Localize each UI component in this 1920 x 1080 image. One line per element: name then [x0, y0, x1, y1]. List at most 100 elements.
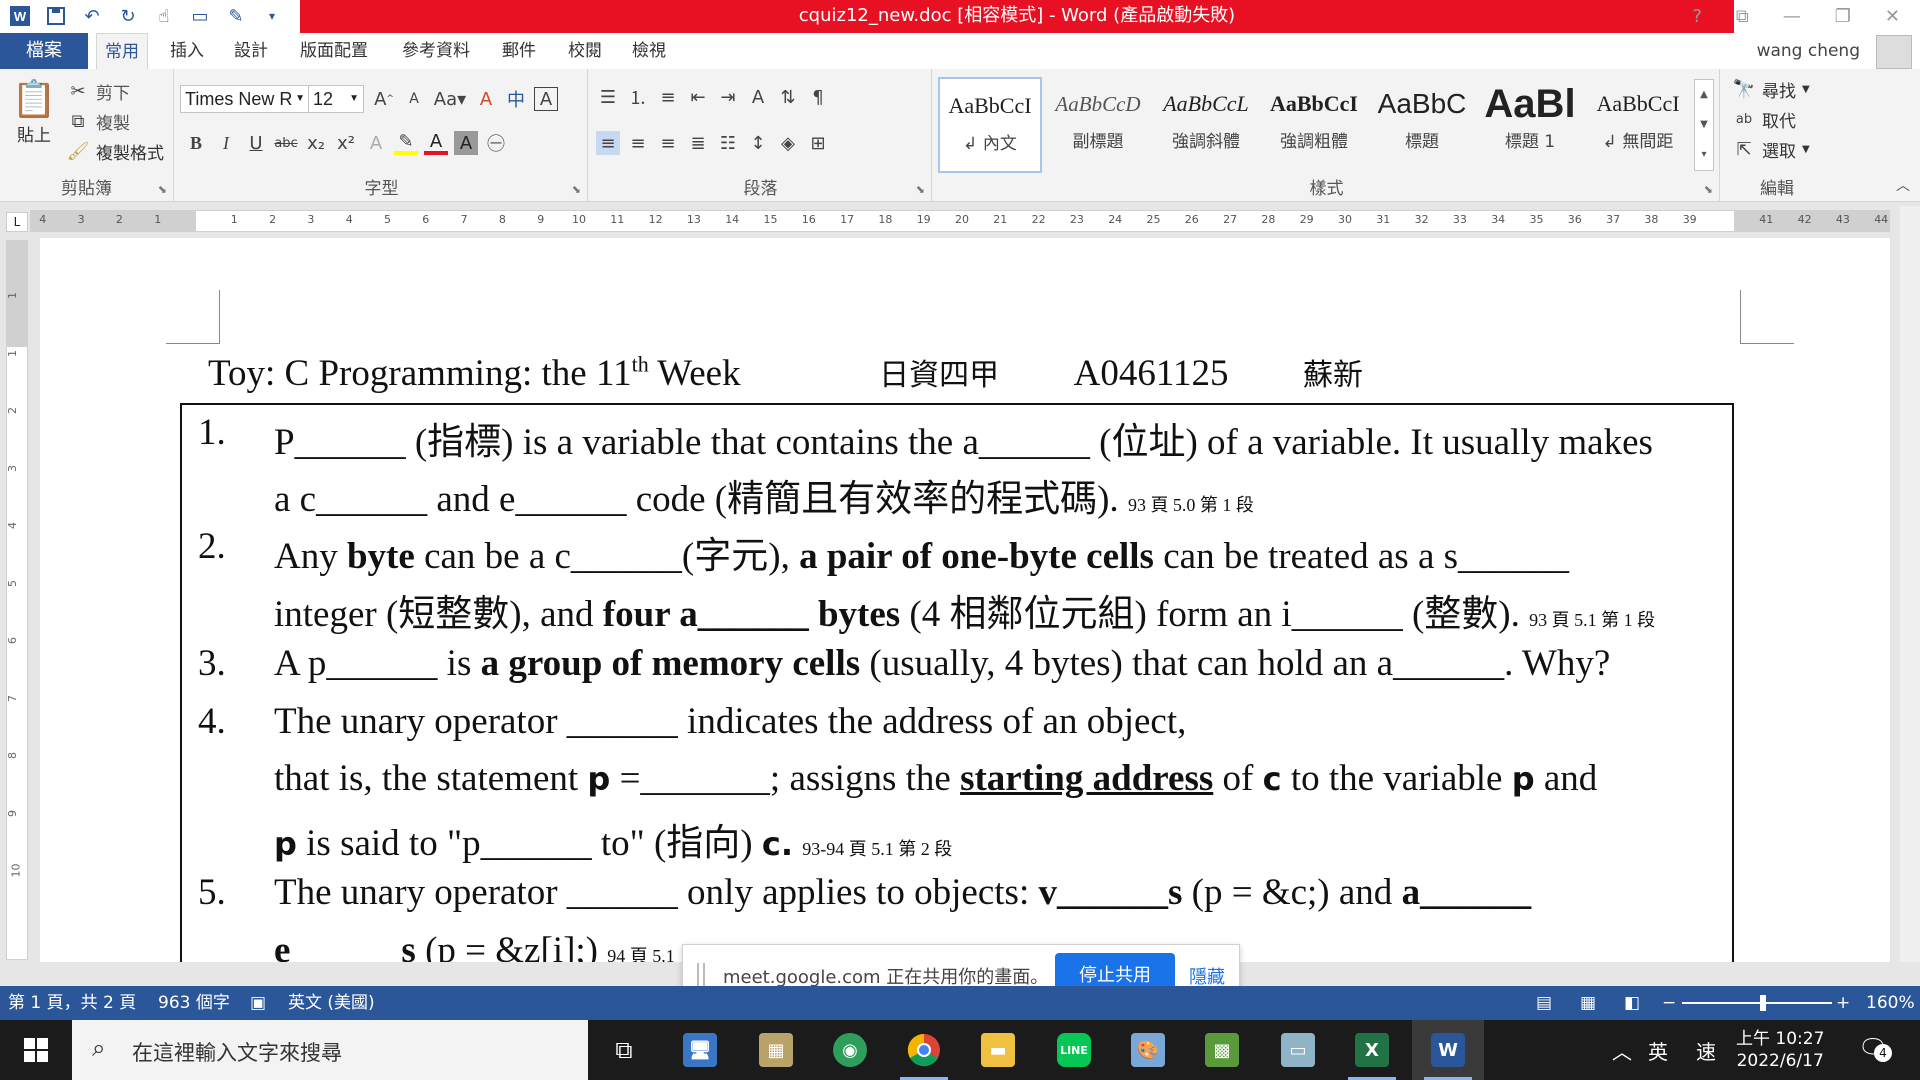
taskbar-paint-icon[interactable]: 🎨: [1112, 1020, 1184, 1080]
highlight-icon[interactable]: ✎: [394, 131, 418, 155]
tray-chevron-up-icon[interactable]: ︿: [1612, 1036, 1632, 1065]
align-right-icon[interactable]: ≡: [656, 131, 680, 155]
char-shading-icon[interactable]: A: [454, 131, 478, 155]
font-color-icon[interactable]: A: [424, 131, 448, 155]
find-button[interactable]: 🔭 尋找 ▼: [1732, 75, 1810, 103]
dialog-launcher-icon[interactable]: ⬊: [916, 183, 925, 196]
taskbar-line-icon[interactable]: LINE: [1038, 1020, 1110, 1080]
phonetic-guide-icon[interactable]: 中: [504, 87, 528, 111]
redo-icon[interactable]: ↻: [116, 4, 140, 28]
page[interactable]: Toy: C Programming: the 11th Week 日資四甲 A…: [40, 238, 1890, 962]
paste-button[interactable]: 📋 貼上: [10, 77, 58, 146]
dialog-launcher-icon[interactable]: ⬊: [158, 183, 167, 196]
drag-handle-icon[interactable]: [697, 963, 705, 987]
align-center-icon[interactable]: ≡: [626, 131, 650, 155]
user-name[interactable]: wang cheng: [1757, 33, 1860, 69]
document-heading[interactable]: Toy: C Programming: the 11th Week 日資四甲 A…: [208, 350, 1363, 395]
clock[interactable]: 上午 10:27 2022/6/17: [1736, 1028, 1824, 1072]
minimize-icon[interactable]: —: [1783, 6, 1801, 27]
tab-file[interactable]: 檔案: [0, 33, 88, 69]
distributed-icon[interactable]: ☷: [716, 131, 740, 155]
style-strong[interactable]: AaBbCcI 強調粗體: [1262, 77, 1366, 173]
tab-home[interactable]: 常用: [96, 33, 148, 69]
tab-review[interactable]: 校閱: [560, 33, 610, 69]
underline-icon[interactable]: U: [244, 131, 268, 155]
cut-button[interactable]: ✂ 剪下: [66, 77, 130, 105]
tab-references[interactable]: 參考資料: [394, 33, 478, 69]
bold-icon[interactable]: B: [184, 131, 208, 155]
increase-indent-icon[interactable]: ⇥: [716, 85, 740, 109]
ribbon-display-icon[interactable]: ⧉: [1736, 6, 1749, 27]
format-painter-button[interactable]: 🖌 複製格式: [66, 137, 164, 165]
taskbar-file-explorer-icon[interactable]: ▬: [962, 1020, 1034, 1080]
taskbar-word-icon[interactable]: W: [1412, 1020, 1484, 1080]
asian-layout-icon[interactable]: A: [746, 85, 770, 109]
style-emphasis-italic[interactable]: AaBbCcL 強調斜體: [1154, 77, 1258, 173]
style-normal[interactable]: AaBbCcI ↲ 內文: [938, 77, 1042, 173]
bullets-icon[interactable]: ☰: [596, 85, 620, 109]
enclose-char-icon[interactable]: ㊀: [484, 131, 508, 155]
style-subtitle[interactable]: AaBbCcD 副標題: [1046, 77, 1150, 173]
grow-font-icon[interactable]: A ^: [372, 87, 396, 111]
print-layout-icon[interactable]: ▭: [188, 4, 212, 28]
line-spacing-icon[interactable]: ↕: [746, 131, 770, 155]
taskbar-app-map-icon[interactable]: ▦: [740, 1020, 812, 1080]
font-name-select[interactable]: Times New R ▼: [180, 85, 310, 113]
question-table[interactable]: 1. P______ (指標) is a variable that conta…: [180, 403, 1734, 962]
vertical-scrollbar[interactable]: [1900, 206, 1920, 962]
strikethrough-icon[interactable]: abc: [274, 131, 298, 155]
tab-selector[interactable]: L: [6, 212, 28, 232]
dialog-launcher-icon[interactable]: ⬊: [1704, 183, 1713, 196]
styles-scroll[interactable]: ▲ ▼ ▾: [1694, 79, 1714, 171]
close-icon[interactable]: ✕: [1885, 6, 1900, 27]
char-border-icon[interactable]: A: [534, 87, 558, 111]
taskbar-chrome-icon[interactable]: [888, 1020, 960, 1080]
copy-button[interactable]: ⧉ 複製: [66, 107, 130, 135]
document-area[interactable]: Toy: C Programming: the 11th Week 日資四甲 A…: [30, 238, 1900, 962]
show-marks-icon[interactable]: ¶: [806, 85, 830, 109]
horizontal-ruler[interactable]: L 4 3 2 1 1 2 3 4 5 6 7 8 9 10 11 12 13 14 15 16 17 18 19 20 21 2…: [0, 206, 1900, 236]
select-button[interactable]: ⇱ 選取 ▼: [1732, 135, 1809, 163]
language[interactable]: 英文 (美國): [288, 986, 375, 1020]
tab-view[interactable]: 檢視: [624, 33, 674, 69]
tab-insert[interactable]: 插入: [162, 33, 212, 69]
undo-icon[interactable]: ↶: [80, 4, 104, 28]
numbering-icon[interactable]: ⒈: [626, 85, 650, 109]
help-icon[interactable]: ?: [1692, 6, 1702, 27]
taskbar-notebook-icon[interactable]: ▭: [1262, 1020, 1334, 1080]
dialog-launcher-icon[interactable]: ⬊: [572, 183, 581, 196]
proofing-icon[interactable]: ▣: [250, 986, 266, 1020]
style-title[interactable]: AaBbC 標題: [1370, 77, 1474, 173]
avatar[interactable]: [1876, 35, 1912, 69]
task-view-icon[interactable]: ⧉: [588, 1020, 660, 1080]
style-heading1[interactable]: AaBl 標題 1: [1478, 77, 1582, 173]
shrink-font-icon[interactable]: A: [402, 87, 426, 111]
maximize-icon[interactable]: ❐: [1835, 6, 1851, 27]
taskbar-app-maps-icon[interactable]: ◉: [814, 1020, 886, 1080]
start-button[interactable]: [0, 1020, 72, 1080]
style-no-spacing[interactable]: AaBbCcI ↲ 無間距: [1586, 77, 1690, 173]
web-layout-icon[interactable]: ◧: [1624, 986, 1640, 1020]
taskbar-excel-icon[interactable]: X: [1336, 1020, 1408, 1080]
touch-mode-icon[interactable]: ☝: [152, 4, 176, 28]
clear-format-icon[interactable]: A: [474, 87, 498, 111]
read-mode-icon[interactable]: ▤: [1536, 986, 1552, 1020]
multilevel-list-icon[interactable]: ≡: [656, 85, 680, 109]
ime-speed[interactable]: 速: [1696, 1036, 1716, 1065]
justify-icon[interactable]: ≣: [686, 131, 710, 155]
notifications-button[interactable]: 🗨 4: [1858, 1034, 1892, 1064]
font-size-select[interactable]: 12 ▼: [308, 85, 364, 113]
ime-mode[interactable]: 英: [1648, 1036, 1668, 1065]
decrease-indent-icon[interactable]: ⇤: [686, 85, 710, 109]
zoom-level[interactable]: 160%: [1866, 986, 1915, 1020]
zoom-out-icon[interactable]: −: [1662, 986, 1676, 1020]
tab-design[interactable]: 設計: [226, 33, 276, 69]
tab-layout[interactable]: 版面配置: [292, 33, 376, 69]
shading-icon[interactable]: ◈: [776, 131, 800, 155]
taskbar-image-icon[interactable]: ▩: [1186, 1020, 1258, 1080]
superscript-icon[interactable]: x²: [334, 131, 358, 155]
taskbar-search[interactable]: ⌕ 在這裡輸入文字來搜尋: [72, 1020, 588, 1080]
borders-icon[interactable]: ⊞: [806, 131, 830, 155]
collapse-ribbon-icon[interactable]: ︿: [1896, 175, 1910, 195]
zoom-in-icon[interactable]: +: [1836, 986, 1850, 1020]
